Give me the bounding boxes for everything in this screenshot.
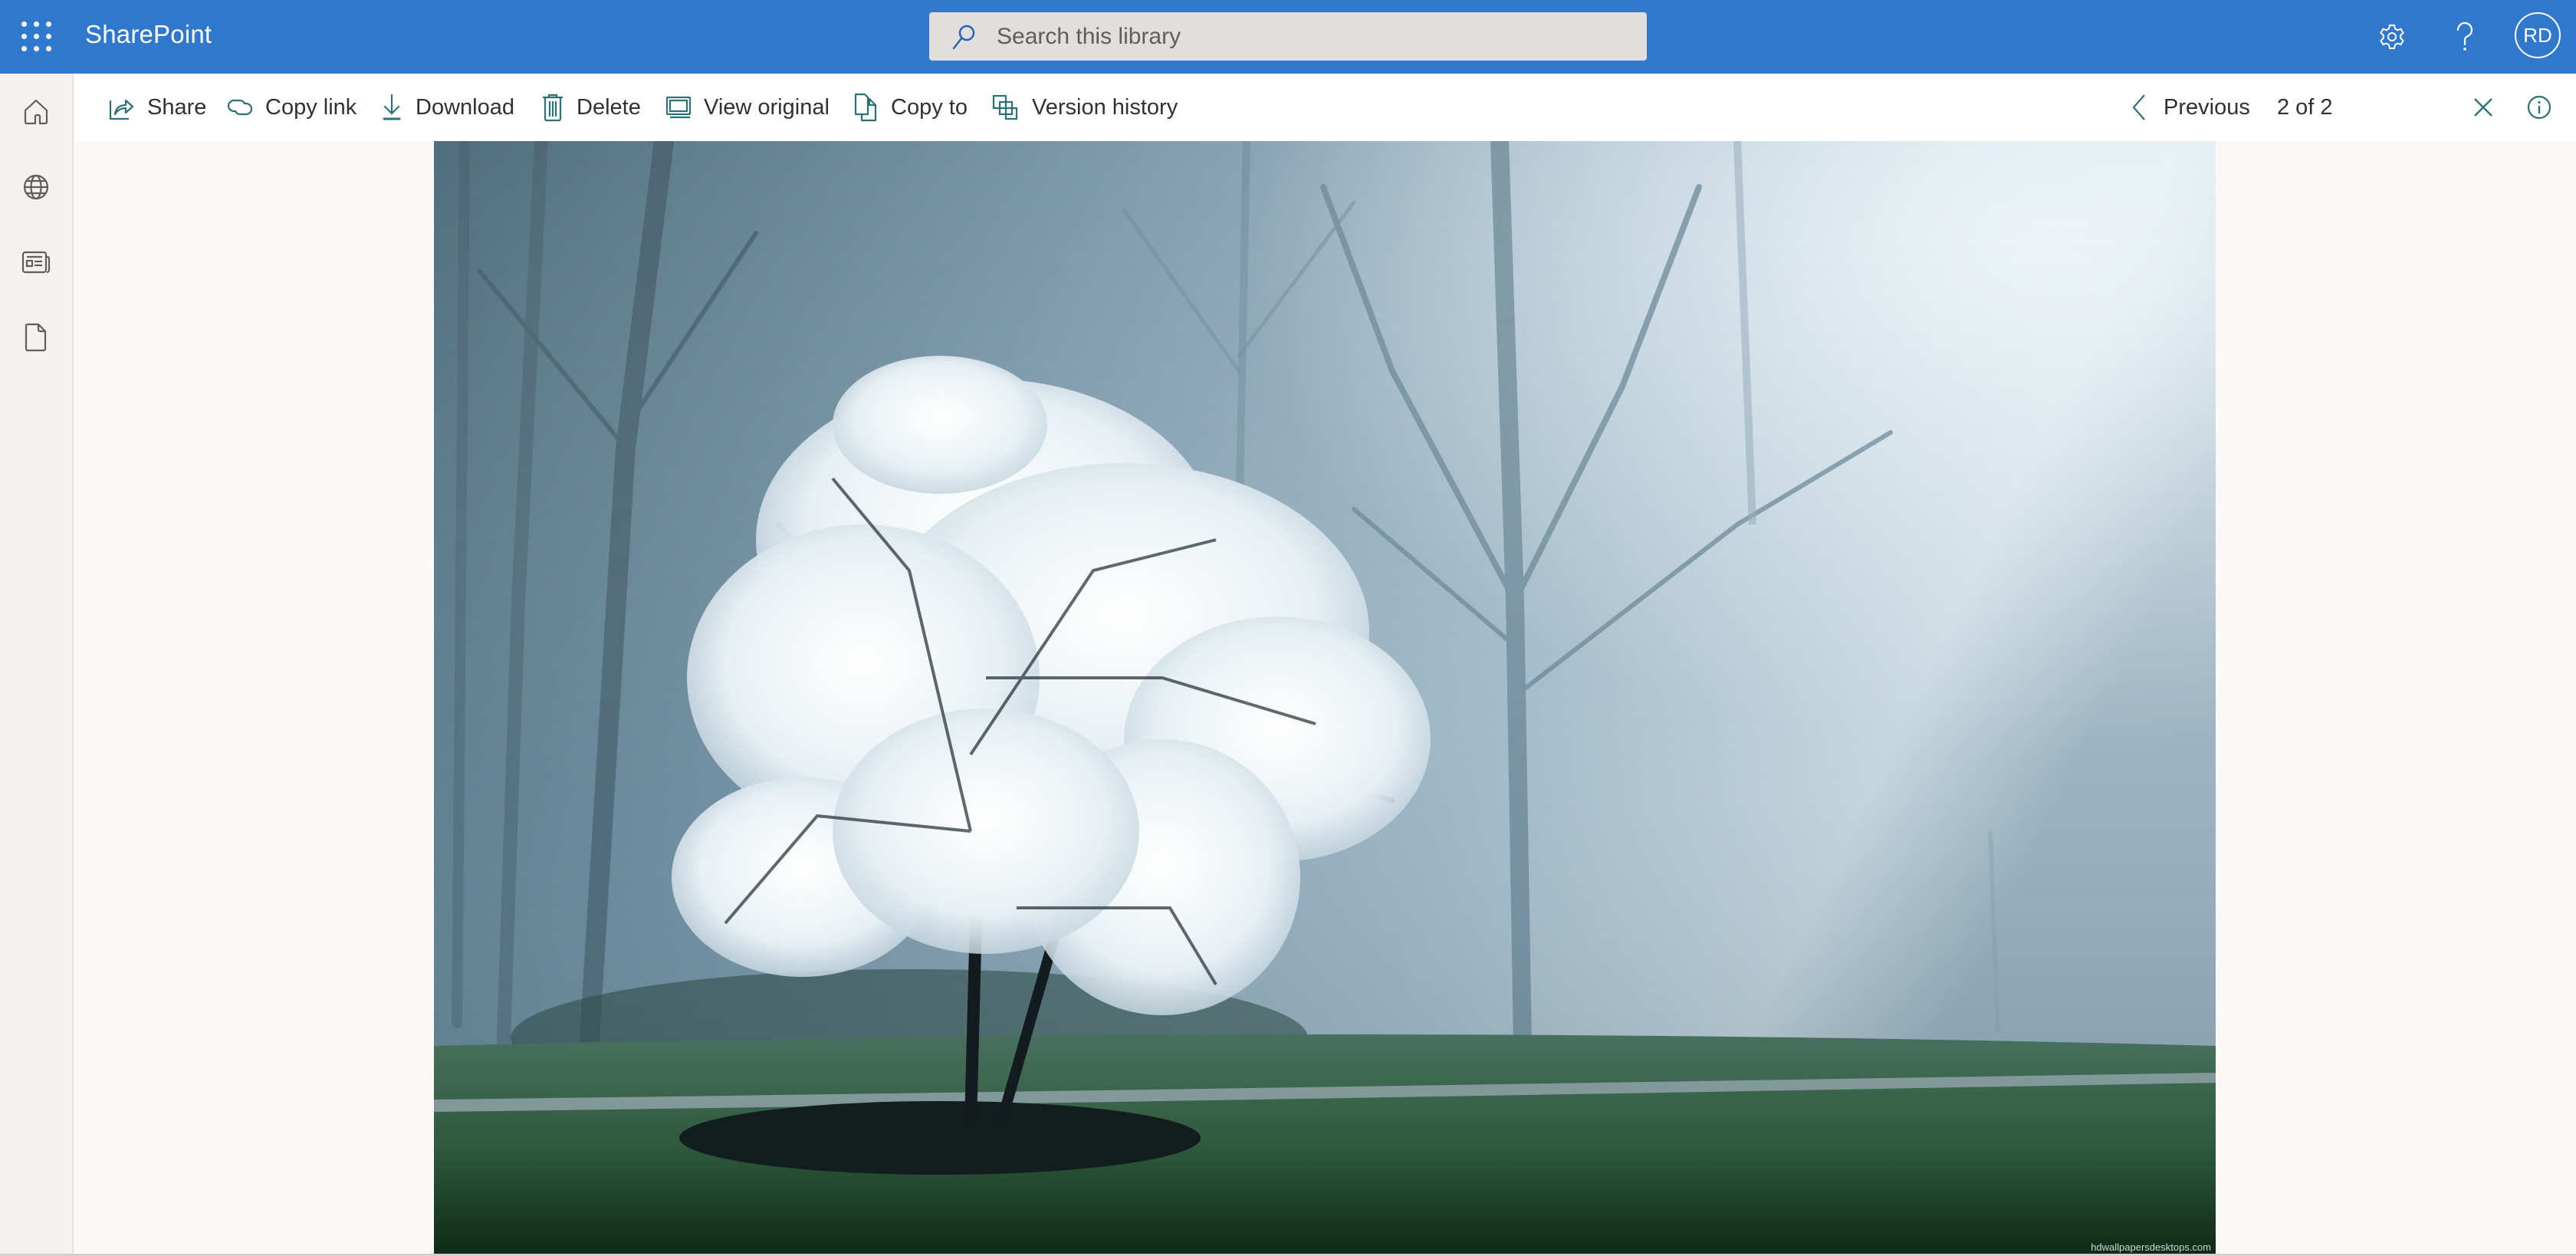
- news-icon: [21, 251, 51, 274]
- search-icon: [952, 25, 975, 50]
- settings-icon[interactable]: [2369, 14, 2415, 60]
- version-history-icon: [992, 94, 1018, 120]
- info-icon: [2527, 95, 2551, 120]
- delete-label: Delete: [577, 94, 641, 120]
- search-input[interactable]: [997, 12, 1625, 61]
- delete-button[interactable]: Delete: [541, 74, 641, 141]
- copy-link-label: Copy link: [265, 94, 357, 120]
- copy-to-button[interactable]: Copy to: [854, 74, 968, 141]
- share-button[interactable]: Share: [109, 74, 206, 141]
- copy-to-label: Copy to: [891, 94, 968, 120]
- rail-item-sites[interactable]: [13, 164, 59, 210]
- suite-header: SharePoint RD: [0, 0, 2576, 74]
- close-icon: [2474, 98, 2492, 117]
- photo-canvas: [434, 141, 2216, 1254]
- share-label: Share: [147, 94, 207, 120]
- close-button[interactable]: [2473, 74, 2493, 141]
- share-icon: [109, 99, 134, 120]
- view-original-button[interactable]: View original: [665, 74, 830, 141]
- search-box[interactable]: [929, 12, 1647, 61]
- command-bar: Share Copy link Download Delete View ori…: [74, 74, 2576, 141]
- chevron-left-icon: [2132, 94, 2145, 120]
- version-history-button[interactable]: Version history: [992, 74, 1178, 141]
- user-avatar[interactable]: RD: [2515, 12, 2561, 58]
- page-counter: 2 of 2: [2277, 94, 2333, 120]
- previous-label: Previous: [2164, 94, 2250, 120]
- globe-icon: [23, 174, 49, 200]
- app-launcher-icon[interactable]: [21, 21, 52, 52]
- version-history-label: Version history: [1032, 94, 1178, 120]
- image-watermark: hdwallpapersdesktops.com: [2091, 1241, 2211, 1253]
- link-icon: [227, 99, 253, 116]
- view-original-label: View original: [704, 94, 830, 120]
- rail-item-news[interactable]: [13, 239, 59, 285]
- app-brand[interactable]: SharePoint: [85, 20, 212, 49]
- preview-image[interactable]: hdwallpapersdesktops.com: [434, 141, 2216, 1254]
- trash-icon: [543, 94, 563, 122]
- previous-button[interactable]: Previous: [2131, 74, 2250, 141]
- view-original-icon: [665, 96, 692, 119]
- left-navigation-rail: [0, 74, 74, 1256]
- info-button[interactable]: [2527, 74, 2551, 141]
- rail-item-home[interactable]: [13, 89, 59, 135]
- copy-icon: [854, 93, 877, 122]
- download-icon: [383, 94, 401, 120]
- copy-link-button[interactable]: Copy link: [227, 74, 356, 141]
- download-label: Download: [416, 94, 514, 120]
- help-icon[interactable]: [2442, 14, 2488, 60]
- download-button[interactable]: Download: [380, 74, 514, 141]
- rail-item-files[interactable]: [13, 314, 59, 360]
- home-icon: [24, 99, 48, 125]
- document-icon: [25, 323, 47, 352]
